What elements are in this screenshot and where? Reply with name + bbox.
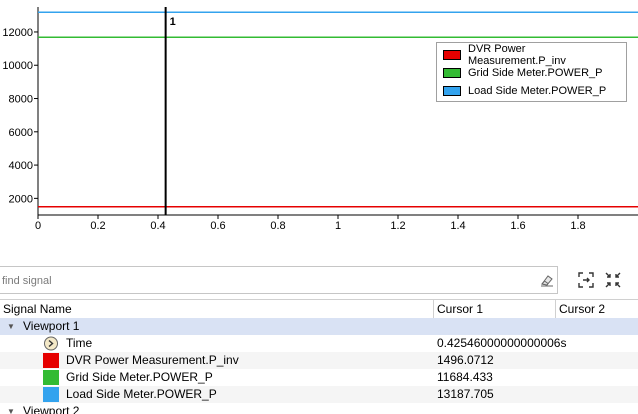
y-tick-label: 2000 xyxy=(9,193,33,205)
x-tick-label: 1.6 xyxy=(510,220,525,232)
legend-swatch-grid xyxy=(443,68,461,78)
search-row xyxy=(0,266,638,296)
chart-legend[interactable]: DVR Power Measurement.P_inv Grid Side Me… xyxy=(436,42,627,102)
y-tick-label: 6000 xyxy=(9,127,33,139)
x-tick-label: 1 xyxy=(335,220,341,232)
signal-name: DVR Power Measurement.P_inv xyxy=(66,353,239,367)
tree-row-load-side[interactable]: Load Side Meter.POWER_P 13187.705 xyxy=(0,386,638,403)
y-tick-label: 8000 xyxy=(9,94,33,106)
column-header-cursor-2[interactable]: Cursor 2 xyxy=(556,300,638,318)
x-tick-label: 0.8 xyxy=(270,220,285,232)
chart-svg: 2000 4000 6000 8000 10000 12000 0 0.2 0.4 0.6 0.8 1… xyxy=(2,7,638,232)
cursor-1-value: 11684.433 xyxy=(437,370,493,384)
tree-row-time[interactable]: Time 0.42546000000000006s xyxy=(0,335,638,352)
clock-icon xyxy=(44,336,58,351)
x-tick-label: 1.2 xyxy=(390,220,405,232)
signal-color-swatch xyxy=(43,387,59,402)
expand-arrow-icon[interactable]: ▼ xyxy=(7,403,15,414)
signal-name: Grid Side Meter.POWER_P xyxy=(66,370,213,384)
y-tick-label: 10000 xyxy=(2,60,33,72)
signal-table: Signal Name Cursor 1 Cursor 2 ▼ Viewport… xyxy=(0,299,638,414)
signal-name: Load Side Meter.POWER_P xyxy=(66,387,217,401)
signal-name: Time xyxy=(66,336,93,350)
plot-area[interactable]: 2000 4000 6000 8000 10000 12000 0 0.2 0.4 0.6 0.8 1… xyxy=(0,0,638,240)
cursor-1-value: 13187.705 xyxy=(437,387,494,401)
legend-item-grid: Grid Side Meter.POWER_P xyxy=(443,64,620,82)
fit-collapse-icon[interactable] xyxy=(603,270,623,290)
x-tick-label: 1.8 xyxy=(570,220,585,232)
legend-item-dvr: DVR Power Measurement.P_inv xyxy=(443,43,620,67)
signal-color-swatch xyxy=(43,370,59,385)
legend-label-dvr: DVR Power Measurement.P_inv xyxy=(468,43,566,67)
search-box[interactable] xyxy=(0,266,558,294)
find-signal-input[interactable] xyxy=(2,271,522,291)
x-tick-label: 0.2 xyxy=(90,220,105,232)
legend-label-grid: Grid Side Meter.POWER_P xyxy=(468,67,603,79)
column-header-signal-name[interactable]: Signal Name xyxy=(0,300,433,318)
legend-swatch-dvr xyxy=(443,50,461,60)
viewport-label: Viewport 1 xyxy=(23,319,80,333)
x-tick-label: 0.4 xyxy=(150,220,165,232)
fit-expand-icon[interactable] xyxy=(576,270,596,290)
tree-row-grid-side[interactable]: Grid Side Meter.POWER_P 11684.433 xyxy=(0,369,638,386)
tree-row-viewport-2[interactable]: ▼ Viewport 2 xyxy=(0,403,638,414)
viewport-label: Viewport 2 xyxy=(23,404,80,414)
column-header-cursor-1[interactable]: Cursor 1 xyxy=(434,300,555,318)
legend-label-load: Load Side Meter.POWER_P xyxy=(468,85,607,97)
eraser-icon[interactable] xyxy=(540,273,554,287)
expand-arrow-icon[interactable]: ▼ xyxy=(7,318,15,335)
y-tick-label: 12000 xyxy=(2,27,33,39)
x-tick-label: 0.6 xyxy=(210,220,225,232)
cursor-1-label: 1 xyxy=(170,16,176,28)
x-tick-label: 0 xyxy=(35,220,41,232)
signal-color-swatch xyxy=(43,353,59,368)
y-tick-label: 4000 xyxy=(9,160,33,172)
cursor-1-value: 0.42546000000000006s xyxy=(437,336,567,350)
tree-row-dvr-power[interactable]: DVR Power Measurement.P_inv 1496.0712 xyxy=(0,352,638,369)
legend-swatch-load xyxy=(443,86,461,96)
cursor-1-value: 1496.0712 xyxy=(437,353,494,367)
legend-item-load: Load Side Meter.POWER_P xyxy=(443,82,620,100)
x-tick-label: 1.4 xyxy=(450,220,465,232)
tree-row-viewport-1[interactable]: ▼ Viewport 1 xyxy=(0,318,638,335)
